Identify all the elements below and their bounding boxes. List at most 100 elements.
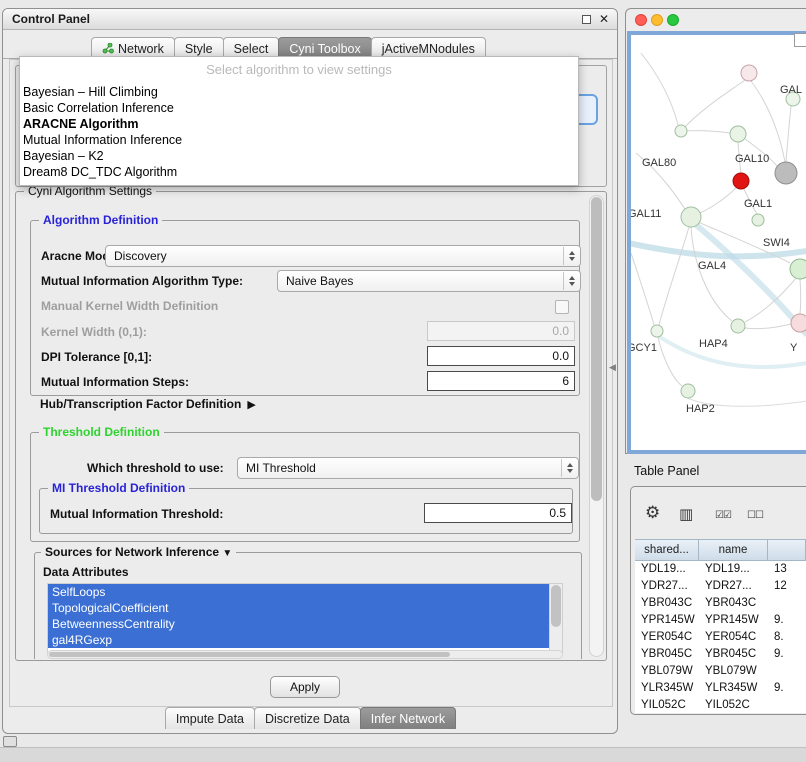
gear-icon[interactable]: ⚙: [645, 503, 660, 523]
network-edge: [631, 253, 654, 325]
aracne-mode-value: Discovery: [114, 249, 167, 263]
column-header-shared-name[interactable]: shared...: [635, 540, 699, 560]
network-node[interactable]: [675, 125, 687, 137]
mi-threshold-field[interactable]: 0.5: [424, 503, 572, 523]
table-row[interactable]: YPR145WYPR145W9.: [635, 612, 806, 629]
column-header-name[interactable]: name: [699, 540, 768, 560]
stepper-icon: [563, 272, 579, 290]
zoom-traffic-light[interactable]: [667, 14, 679, 26]
node-label: GAL4: [698, 260, 726, 272]
algorithm-option[interactable]: Dream8 DC_TDC Algorithm: [20, 164, 578, 180]
select-all-checkboxes-icon[interactable]: ☑☑: [715, 510, 731, 521]
network-node[interactable]: [651, 325, 663, 337]
mi-algorithm-type-select[interactable]: Naive Bayes: [277, 270, 581, 292]
attribute-list-item[interactable]: TopologicalCoefficient: [48, 600, 549, 616]
table-row[interactable]: YDR27...YDR27...12: [635, 578, 806, 595]
network-node[interactable]: [733, 173, 749, 189]
hub-transcription-section-toggle[interactable]: Hub/Transcription Factor Definition▶: [40, 397, 256, 411]
algorithm-definition-group: Algorithm Definition Aracne Mode: Discov…: [30, 220, 580, 396]
settings-scrollbar[interactable]: [589, 195, 604, 657]
collapsed-panel-icon[interactable]: [3, 736, 17, 747]
data-attributes-items: SelfLoopsTopologicalCoefficientBetweenne…: [48, 584, 562, 648]
table-row[interactable]: YBL079WYBL079W: [635, 663, 806, 680]
network-node[interactable]: [752, 214, 764, 226]
minimize-traffic-light[interactable]: [651, 14, 663, 26]
table-row[interactable]: YBR045CYBR045C9.: [635, 646, 806, 663]
splitter-collapse-icon[interactable]: ◀: [609, 362, 616, 373]
node-label: GCY1: [631, 342, 657, 354]
which-threshold-select[interactable]: MI Threshold: [237, 457, 579, 479]
tab-label: Network: [118, 42, 164, 56]
table-cell: [768, 663, 806, 680]
data-attributes-list[interactable]: SelfLoopsTopologicalCoefficientBetweenne…: [47, 583, 563, 653]
table-cell: YPR145W: [635, 612, 699, 629]
window-title: Control Panel: [12, 12, 90, 26]
algorithm-option[interactable]: Bayesian – K2: [20, 148, 578, 164]
algorithm-definition-title: Algorithm Definition: [39, 213, 162, 228]
network-node[interactable]: [681, 207, 701, 227]
float-window-icon[interactable]: [582, 15, 591, 24]
network-node[interactable]: [775, 162, 797, 184]
attribute-list-item[interactable]: gal4RGexp: [48, 632, 549, 648]
mi-steps-field[interactable]: 6: [427, 371, 575, 391]
algorithm-option[interactable]: Mutual Information Inference: [20, 132, 578, 148]
network-node[interactable]: [681, 384, 695, 398]
settings-scrollbar-thumb[interactable]: [591, 197, 602, 501]
network-edge: [800, 279, 801, 314]
algorithm-option[interactable]: Basic Correlation Inference: [20, 100, 578, 116]
table-cell: 9.: [768, 612, 806, 629]
table-row[interactable]: YDL19...YDL19...13: [635, 561, 806, 578]
algorithm-option[interactable]: ARACNE Algorithm: [20, 116, 578, 132]
tab-discretize-data[interactable]: Discretize Data: [254, 707, 361, 729]
attributes-list-scrollbar-thumb[interactable]: [551, 585, 561, 627]
attributes-hscrollbar-thumb[interactable]: [49, 652, 450, 657]
network-edge: [786, 106, 791, 162]
attributes-list-scrollbar[interactable]: [549, 584, 562, 652]
column-header-cut[interactable]: [768, 540, 806, 560]
aracne-mode-select[interactable]: Discovery: [105, 245, 581, 267]
node-label: GAL10: [735, 153, 769, 165]
table-cell: 8.: [768, 629, 806, 646]
tab-infer-network[interactable]: Infer Network: [360, 707, 456, 729]
close-traffic-light[interactable]: [635, 14, 647, 26]
table-row[interactable]: YBR043CYBR043C: [635, 595, 806, 612]
chevron-down-icon: ▼: [222, 548, 232, 559]
network-edge: [681, 131, 730, 133]
tab-impute-data[interactable]: Impute Data: [165, 707, 255, 729]
node-label: GAL: [780, 84, 802, 96]
dpi-tolerance-field[interactable]: 0.0: [427, 346, 575, 366]
network-node[interactable]: [791, 314, 806, 332]
table-cell: 9.: [768, 680, 806, 697]
control-panel-titlebar[interactable]: Control Panel ✕: [3, 9, 617, 30]
tab-label: Select: [234, 42, 269, 56]
close-window-icon[interactable]: ✕: [599, 12, 609, 26]
table-row[interactable]: YLR345WYLR345W9.: [635, 680, 806, 697]
deselect-all-checkboxes-icon[interactable]: ☐☐: [747, 510, 763, 521]
mi-algorithm-type-label: Mutual Information Algorithm Type:: [41, 274, 243, 288]
algorithm-option[interactable]: Bayesian – Hill Climbing: [20, 84, 578, 100]
network-node[interactable]: [790, 259, 806, 279]
table-panel-window: ⚙ ▥ ☑☑ ☐☐ shared... name YDL19...YDL19..…: [630, 486, 806, 715]
network-node[interactable]: [730, 126, 746, 142]
attributes-hscrollbar[interactable]: [47, 650, 563, 659]
table-row[interactable]: YER054CYER054C8.: [635, 629, 806, 646]
table-cell: YBR045C: [635, 646, 699, 663]
manual-kernel-width-checkbox: [555, 300, 569, 314]
table-cell: [768, 595, 806, 612]
attribute-list-item[interactable]: BetweennessCentrality: [48, 616, 549, 632]
algorithm-dropdown-popup: Select algorithm to view settings Bayesi…: [19, 56, 579, 186]
network-scroll-corner[interactable]: [794, 33, 806, 47]
control-panel-window: Control Panel ✕ Network Style Select: [2, 8, 618, 734]
network-node[interactable]: [741, 65, 757, 81]
table-cell: YLR345W: [699, 680, 768, 697]
table-header: shared... name: [635, 539, 806, 561]
table-cell: YDR27...: [699, 578, 768, 595]
columns-icon[interactable]: ▥: [679, 505, 693, 523]
tab-label: Impute Data: [176, 712, 244, 726]
attribute-list-item[interactable]: SelfLoops: [48, 584, 549, 600]
apply-button[interactable]: Apply: [270, 676, 340, 698]
sources-group-title[interactable]: Sources for Network Inference ▼: [41, 545, 236, 561]
node-label: HAP2: [686, 403, 715, 415]
network-node[interactable]: [731, 319, 745, 333]
table-row[interactable]: YIL052CYIL052C: [635, 697, 806, 713]
